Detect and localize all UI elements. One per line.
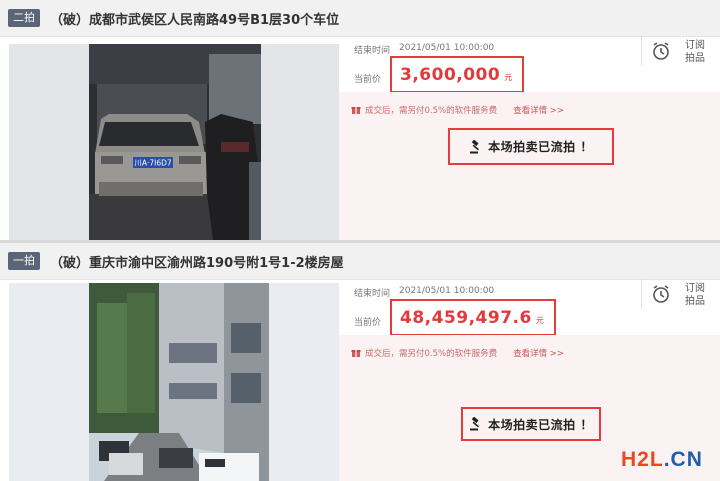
divider: [641, 36, 642, 66]
current-price-box: 3,600,000 元: [390, 56, 525, 93]
building-street-photo: [9, 283, 339, 481]
end-time-value: 2021/05/01 10:00:00: [399, 286, 495, 296]
lot-photo[interactable]: [9, 283, 339, 481]
subscribe-button[interactable]: 订阅拍品: [651, 38, 715, 68]
fee-text: 成交后，需另付0.5%的软件服务费: [365, 349, 498, 359]
price-unit: 元: [535, 316, 544, 325]
fee-notice: 成交后，需另付0.5%的软件服务费 查看详情 >>: [351, 347, 564, 359]
gift-icon: [351, 350, 361, 357]
lot-info: 结束时间 2021/05/01 10:00:00 当前价 3,600,000 元…: [339, 36, 720, 240]
fee-text: 成交后，需另付0.5%的软件服务费: [365, 106, 498, 116]
fee-details-link[interactable]: 查看详情 >>: [513, 347, 564, 359]
parking-garage-photo: 川A·7I6D7: [9, 44, 339, 240]
current-price-label: 当前价: [354, 75, 382, 85]
current-price-box: 48,459,497.6 元: [390, 299, 556, 336]
current-price-value: 3,600,000: [400, 64, 501, 85]
subscribe-button[interactable]: 订阅拍品: [651, 281, 715, 311]
gavel-icon: [470, 139, 480, 153]
gift-icon: [351, 107, 361, 114]
status-text: 本场拍卖已流拍 ！: [488, 417, 593, 432]
fee-band: 成交后，需另付0.5%的软件服务费 查看详情 >> 本场拍卖已流拍 ！: [339, 92, 720, 240]
alarm-clock-icon: [653, 285, 669, 303]
auction-status: 本场拍卖已流拍 ！: [448, 128, 614, 165]
watermark-h2l: H2L: [621, 448, 664, 471]
auction-status: 本场拍卖已流拍 ！: [461, 407, 601, 441]
lot-photo[interactable]: 川A·7I6D7: [9, 44, 339, 240]
site-watermark: H2L .CN: [621, 447, 703, 473]
subscribe-label: 订阅拍品: [685, 283, 705, 307]
divider: [641, 279, 642, 309]
price-unit: 元: [504, 73, 513, 82]
lot-title[interactable]: （破）成都市武侯区人民南路49号B1层30个车位: [50, 9, 339, 28]
listing-title-bar: 一拍 （破）重庆市渝中区渝州路190号附1号1-2楼房屋: [0, 243, 720, 280]
end-time-value: 2021/05/01 10:00:00: [399, 43, 495, 53]
current-price-value: 48,459,497.6: [400, 307, 532, 328]
auction-listing: 一拍 （破）重庆市渝中区渝州路190号附1号1-2楼房屋 结束时间 2021/0…: [0, 243, 720, 481]
lot-title[interactable]: （破）重庆市渝中区渝州路190号附1号1-2楼房屋: [50, 252, 344, 271]
license-plate: 川A·7I6D7: [134, 159, 172, 168]
subscribe-label: 订阅拍品: [685, 40, 705, 64]
watermark-cn: .CN: [663, 448, 703, 471]
end-time-label: 结束时间: [354, 289, 391, 299]
gavel-icon: [470, 417, 480, 431]
alarm-clock-icon: [653, 42, 669, 60]
round-badge: 一拍: [8, 252, 40, 270]
listing-title-bar: 二拍 （破）成都市武侯区人民南路49号B1层30个车位: [0, 0, 720, 37]
round-badge: 二拍: [8, 9, 40, 27]
fee-notice: 成交后，需另付0.5%的软件服务费 查看详情 >>: [351, 104, 564, 116]
fee-details-link[interactable]: 查看详情 >>: [513, 104, 564, 116]
current-price-label: 当前价: [354, 318, 382, 328]
status-text: 本场拍卖已流拍 ！: [488, 140, 593, 154]
end-time-label: 结束时间: [354, 46, 391, 56]
auction-listing: 二拍 （破）成都市武侯区人民南路49号B1层30个车位 川A·7I6D7 结束时…: [0, 0, 720, 240]
